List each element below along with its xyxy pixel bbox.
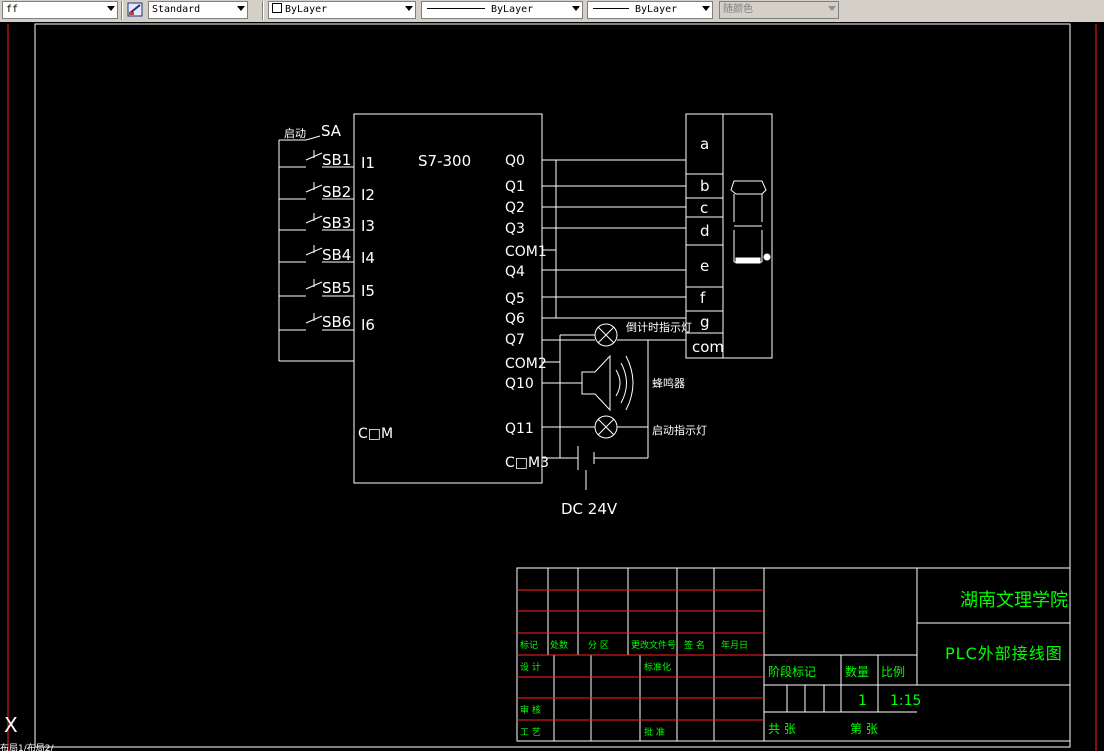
input-label-i5: I5 bbox=[361, 282, 375, 300]
input-label-i4: I4 bbox=[361, 249, 375, 267]
title-block-row-label: 更改文件号 bbox=[631, 639, 676, 651]
lineweight-sample-icon bbox=[593, 8, 629, 9]
output-label-q3: Q3 bbox=[505, 221, 525, 237]
text-style-value: Standard bbox=[152, 4, 201, 15]
title-block-row-label: 年月日 bbox=[721, 639, 748, 651]
segment-label-c: c bbox=[700, 199, 708, 217]
scale-label: 比例 bbox=[881, 665, 905, 679]
ucs-icon: X bbox=[4, 713, 18, 737]
button-label-sb6: SB6 bbox=[322, 313, 351, 331]
chevron-down-icon bbox=[572, 6, 580, 11]
quantity-value: 1 bbox=[858, 693, 867, 709]
linetype-dropdown[interactable]: ByLayer bbox=[421, 1, 583, 19]
plotstyle-value: 随颜色 bbox=[723, 4, 753, 15]
output-label-q0: Q0 bbox=[505, 153, 525, 169]
start-label: 启动 bbox=[284, 127, 306, 140]
chevron-down-icon bbox=[237, 6, 245, 11]
properties-toolbar: ff Standard ByLayer ByLayer ByLayer 随颜色 bbox=[0, 0, 1104, 23]
chevron-down-icon bbox=[828, 6, 836, 11]
color-value: ByLayer bbox=[285, 4, 328, 15]
button-label-sb1: SB1 bbox=[322, 151, 351, 169]
title-block-row-label: 标记 bbox=[520, 639, 538, 651]
output-label-com1: COM1 bbox=[505, 244, 547, 260]
text-style-dropdown[interactable]: Standard bbox=[148, 1, 248, 19]
approve-label: 批 准 bbox=[644, 726, 665, 738]
design-label: 设 计 bbox=[520, 661, 541, 673]
power-label: DC 24V bbox=[561, 500, 618, 518]
sheet-number-label: 第 张 bbox=[850, 722, 878, 736]
segment-label-com: com bbox=[692, 338, 724, 356]
input-label-i6: I6 bbox=[361, 316, 375, 334]
segment-label-b: b bbox=[700, 177, 710, 195]
start-lamp-label: 启动指示灯 bbox=[652, 423, 707, 437]
lineweight-value: ByLayer bbox=[635, 4, 678, 15]
plc-title: S7-300 bbox=[418, 152, 471, 170]
total-sheets-label: 共 张 bbox=[768, 722, 796, 736]
drawing-title: PLC外部接线图 bbox=[945, 644, 1063, 663]
title-block-row-label: 处数 bbox=[550, 639, 568, 651]
button-label-sb2: SB2 bbox=[322, 183, 351, 201]
chevron-down-icon bbox=[405, 6, 413, 11]
plotstyle-dropdown[interactable]: 随颜色 bbox=[719, 1, 839, 19]
segment-label-a: a bbox=[700, 135, 709, 153]
chevron-down-icon bbox=[107, 6, 115, 11]
output-label-cm3: C□M3 bbox=[505, 455, 549, 471]
input-label-i1: I1 bbox=[361, 154, 375, 172]
countdown-lamp-label: 倒计时指示灯 bbox=[626, 320, 692, 334]
weight-label: 数量 bbox=[845, 664, 869, 679]
school-name: 湖南文理学院 bbox=[960, 590, 1068, 611]
segment-label-f: f bbox=[700, 289, 706, 307]
chevron-down-icon bbox=[702, 6, 710, 11]
review-label: 审 核 bbox=[520, 704, 541, 716]
output-label-q2: Q2 bbox=[505, 200, 525, 216]
scale-value: 1:15 bbox=[890, 693, 921, 709]
segment-label-d: d bbox=[700, 222, 710, 240]
output-label-q6: Q6 bbox=[505, 311, 525, 327]
output-label-q10: Q10 bbox=[505, 376, 534, 392]
input-label-i2: I2 bbox=[361, 186, 375, 204]
layer-dropdown[interactable]: ff bbox=[2, 1, 118, 19]
sa-label: SA bbox=[321, 122, 342, 140]
linetype-sample-icon bbox=[427, 8, 485, 9]
segment-label-e: e bbox=[700, 257, 709, 275]
output-label-q5: Q5 bbox=[505, 291, 525, 307]
title-block-row-label: 分 区 bbox=[588, 640, 609, 651]
text-style-icon[interactable] bbox=[127, 2, 144, 18]
color-swatch-icon bbox=[272, 3, 282, 13]
standard-label: 标准化 bbox=[644, 661, 671, 673]
lineweight-dropdown[interactable]: ByLayer bbox=[587, 1, 713, 19]
process-label: 工 艺 bbox=[520, 727, 541, 738]
segment-label-g: g bbox=[700, 313, 710, 331]
buzzer-label: 蜂鸣器 bbox=[652, 376, 685, 390]
button-label-sb5: SB5 bbox=[322, 279, 351, 297]
drawing-canvas[interactable]: 启动 SA S7-300 C□M DC 24V 倒计时指示灯 蜂鸣器 启动指示灯… bbox=[0, 22, 1104, 751]
output-label-q7: Q7 bbox=[505, 332, 525, 348]
stage-mark-label: 阶段标记 bbox=[768, 664, 816, 679]
button-label-sb4: SB4 bbox=[322, 246, 351, 264]
linetype-value: ByLayer bbox=[491, 4, 534, 15]
output-label-q4: Q4 bbox=[505, 264, 525, 280]
output-label-q1: Q1 bbox=[505, 179, 525, 195]
button-label-sb3: SB3 bbox=[322, 214, 351, 232]
color-dropdown[interactable]: ByLayer bbox=[268, 1, 416, 19]
layout-tabs-status[interactable]: 布局1/布局2/ bbox=[0, 742, 54, 751]
toolbar-separator bbox=[121, 1, 123, 20]
toolbar-separator bbox=[262, 1, 264, 20]
output-label-com2: COM2 bbox=[505, 356, 547, 372]
title-block-row-label: 签 名 bbox=[684, 639, 705, 651]
layer-value: ff bbox=[6, 4, 19, 15]
input-com-label: C□M bbox=[358, 426, 393, 442]
input-label-i3: I3 bbox=[361, 217, 375, 235]
output-label-q11: Q11 bbox=[505, 421, 534, 437]
